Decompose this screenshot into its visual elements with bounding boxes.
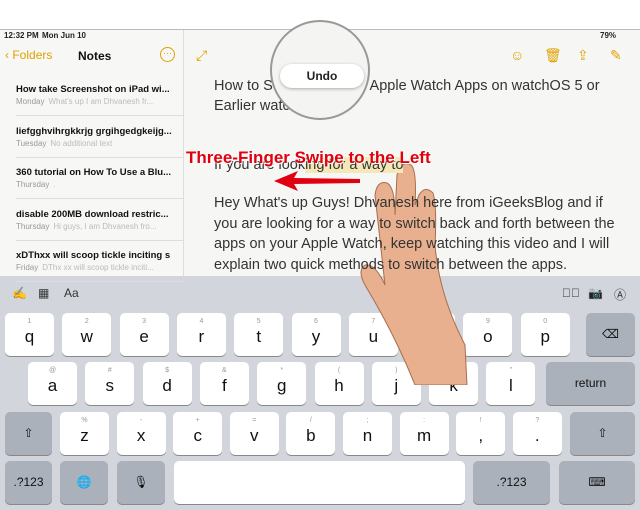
magnifier: Undo [270, 20, 370, 120]
key-g[interactable]: * g [257, 362, 307, 405]
note-date: Monday [16, 97, 45, 106]
note-date: Friday [16, 263, 39, 272]
note-preview: DThx xx will scoop tickle inciti... [42, 263, 154, 272]
key-q[interactable]: 1q [5, 313, 54, 356]
folders-back-button[interactable]: ‹ Folders [5, 48, 52, 62]
status-battery: 79% [600, 31, 617, 40]
keyboard: ✍ ▦ Aa ✓⃝ 📷 Ⓐ 1q2w3e4r5t6y7u8i9o0p⌫@a#s$… [0, 276, 640, 510]
backspace-key[interactable]: ⌫ [586, 313, 635, 356]
shift-icon: ⇧ [597, 426, 608, 440]
status-date: Mon Jun 10 [42, 31, 87, 40]
key-a[interactable]: @ a [28, 362, 77, 405]
dismiss-keyboard-key[interactable]: ⌨ [559, 461, 635, 504]
note-list-item[interactable]: xDThxx will scoop tickle inciting s Frida… [16, 240, 184, 282]
key-d[interactable]: $ d [142, 362, 192, 405]
note-meta: Tuesday No additional text [16, 139, 184, 148]
note-title: xDThxx will scoop tickle inciting s [16, 250, 171, 261]
key-e[interactable]: 3e [119, 313, 169, 356]
notes-sidebar: ‹ Folders Notes ··· How take Screenshot … [0, 30, 184, 282]
return-key[interactable]: return [546, 362, 635, 405]
expand-icon[interactable]: ⤢ [196, 47, 207, 64]
note-preview: Hi guys, I am Dhvanesh fro... [53, 221, 157, 231]
table-icon[interactable]: ▦ [38, 286, 49, 300]
key-f[interactable]: & f [199, 362, 249, 405]
key-p[interactable]: 0p [520, 313, 570, 356]
note-title: 360 tutorial on How To Use a Blu... [16, 167, 172, 178]
format-button[interactable]: Aa [64, 286, 79, 300]
key-w[interactable]: 2w [62, 313, 112, 356]
status-time: 12:32 PM [4, 31, 39, 40]
camera-icon[interactable]: 📷 [588, 286, 603, 300]
note-meta: Thursday. [16, 180, 184, 189]
numbers-key-left[interactable]: .?123 [5, 461, 52, 504]
key-row3-5[interactable]: ; n [343, 412, 392, 455]
note-list-item[interactable]: disable 200MB download restric... Thursda… [16, 199, 184, 241]
share-person-icon[interactable]: ☺ [510, 47, 524, 63]
note-list-item[interactable]: How take Screenshot on iPad wi... Monday W… [16, 74, 184, 116]
checklist-icon[interactable]: ✓⃝ [562, 286, 580, 300]
space-key[interactable] [174, 461, 465, 504]
note-preview: No additional text [50, 138, 113, 148]
ipad-screen: 12:32 PM Mon Jun 10 79% ‹ Folders Notes … [0, 20, 640, 510]
note-meta: Monday What's up I am Dhvanesh fr... [16, 97, 184, 106]
note-meta: Friday DThx xx will scoop tickle inciti..… [16, 263, 184, 272]
shift-key-left[interactable]: ⇧ [5, 412, 52, 455]
markup-icon[interactable]: Ⓐ [614, 286, 626, 303]
microphone-icon: 🎙 [133, 475, 149, 489]
key-row3-1[interactable]: -x [116, 412, 166, 455]
notes-title: Notes [78, 49, 112, 63]
key-row3-7[interactable]: !, [456, 412, 506, 455]
dictation-key[interactable]: 🎙 [117, 461, 165, 504]
note-list-item[interactable]: 360 tutorial on How To Use a Blu... Thurs… [16, 157, 184, 199]
gesture-annotation: Three-Finger Swipe to the Left [186, 148, 431, 167]
key-row3-3[interactable]: = v [229, 412, 279, 455]
key-row3-8[interactable]: ?. [512, 412, 562, 455]
key-row3-0[interactable]: % z [60, 412, 109, 455]
numbers-key-right[interactable]: .?123 [473, 461, 550, 504]
note-title: How take Screenshot on iPad wi... [16, 84, 170, 95]
key-row3-6[interactable]: :m [399, 412, 449, 455]
key-row3-4[interactable]: / b [286, 412, 336, 455]
share-icon[interactable]: ⇪ [577, 47, 589, 64]
note-paragraph[interactable]: Hey What's up Guys! Dhvanesh here from i… [214, 193, 624, 275]
scribble-icon[interactable]: ✍ [12, 286, 27, 300]
shift-key-right[interactable]: ⇧ [570, 412, 635, 455]
back-label: Folders [12, 48, 53, 62]
note-title: disable 200MB download restric... [16, 208, 169, 220]
compose-icon[interactable]: ✎ [610, 47, 622, 64]
globe-icon: 🌐 [76, 475, 92, 489]
shift-icon: ⇧ [23, 426, 34, 440]
keyboard-dismiss-icon: ⌨ [588, 475, 606, 489]
more-icon[interactable]: ··· [160, 47, 175, 62]
globe-key[interactable]: 🌐 [60, 461, 108, 504]
key-t[interactable]: 5t [234, 313, 284, 356]
undo-button[interactable]: Undo [280, 64, 364, 88]
key-s[interactable]: # s [85, 362, 135, 405]
trash-icon[interactable]: 🗑 [544, 47, 562, 64]
note-preview: . [53, 180, 56, 189]
key-y[interactable]: 6y [291, 313, 341, 356]
key-r[interactable]: 4r [176, 313, 226, 356]
arrow-left-icon [274, 171, 360, 191]
note-title: liefgghvihrgkkrjg grgihgedgkeijg... [16, 125, 172, 137]
note-meta: Thursday Hi guys, I am Dhvanesh fro... [16, 222, 184, 231]
note-list-item[interactable]: liefgghvihrgkkrjg grgihgedgkeijg... Tuesd… [16, 116, 184, 158]
note-date: Tuesday [16, 138, 47, 148]
note-preview: What's up I am Dhvanesh fr... [48, 97, 154, 106]
key-l[interactable]: " l [486, 362, 536, 405]
key-row3-2[interactable]: + c [173, 412, 223, 455]
note-date: Thursday [16, 221, 50, 231]
note-date: Thursday [16, 180, 50, 189]
backspace-icon: ⌫ [602, 327, 619, 341]
